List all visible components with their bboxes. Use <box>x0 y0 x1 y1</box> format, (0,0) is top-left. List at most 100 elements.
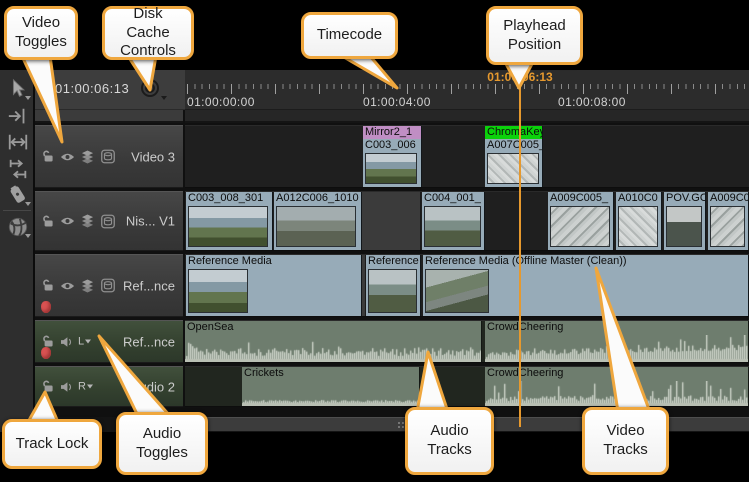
track-label[interactable]: Nis... V1 <box>126 214 175 229</box>
clip-a012c0061010[interactable]: A012C006_1010 <box>274 192 362 250</box>
clip-opensea[interactable]: OpenSea <box>185 321 482 362</box>
tracks-area: Video 3 Mirror2_1C003_006 ChromaKeyeA007C0… <box>35 110 749 417</box>
track-lane[interactable]: Crickets CrowdCheering <box>185 366 749 407</box>
empty-track-lane-strip <box>185 110 749 123</box>
layers-icon[interactable] <box>80 278 95 293</box>
track-lane[interactable]: Reference Media ReferenceReference Media … <box>185 254 749 317</box>
clip-thumbnail <box>368 269 417 313</box>
ruler-tick-label: 01:00:00:00 <box>187 95 255 109</box>
clip-thumbnail <box>188 269 248 313</box>
chevron-down-icon <box>85 340 91 344</box>
callout-timecode: Timecode <box>301 12 398 59</box>
track-header: R Audio 2 <box>35 366 183 407</box>
disk-cache-track-icon[interactable] <box>100 149 115 164</box>
chevron-down-icon <box>87 385 93 389</box>
clip-name: C003_006 <box>363 139 421 152</box>
callout-audio-tracks: Audio Tracks <box>405 407 494 475</box>
audio-channel-toggle[interactable]: R <box>78 381 93 393</box>
clip-a009c005[interactable]: A009C005_ <box>548 192 614 250</box>
audio-waveform <box>242 381 420 406</box>
track-row-refnce: Ref...nce Reference Media ReferenceReferen… <box>35 254 749 317</box>
clip-effect-name: ChromaKeye <box>485 126 542 139</box>
track-lock-icon[interactable] <box>40 278 55 293</box>
layers-icon[interactable] <box>80 214 95 229</box>
extend-tool-icon[interactable] <box>4 104 31 129</box>
video-monitor-eye-icon[interactable] <box>60 149 75 164</box>
trim-tool-icon[interactable] <box>4 130 31 155</box>
callout-audio-toggles: Audio Toggles <box>116 412 208 475</box>
screenshot-stage: 01:00:06:13 01:00:06:13 01:00:00:0001:00… <box>0 0 749 482</box>
clip-name: C003_008_301 <box>186 192 272 205</box>
selection-tool-icon[interactable] <box>4 76 31 101</box>
video-monitor-eye-icon[interactable] <box>60 278 75 293</box>
disk-cache-track-icon[interactable] <box>100 278 115 293</box>
track-label[interactable]: Audio 2 <box>131 379 175 394</box>
track-lane[interactable]: C003_008_301A012C006_1010 C004_001_ A009C0… <box>185 191 749 251</box>
clip-thumbnail <box>666 206 702 247</box>
clip-c004001[interactable]: C004_001_ <box>422 192 485 250</box>
clip-a007c005[interactable]: ChromaKeyeA007C005_ <box>485 126 543 187</box>
playhead[interactable] <box>519 82 521 427</box>
track-row-audio2: R Audio 2 Crickets CrowdCheering <box>35 366 749 407</box>
razor-tool-icon[interactable] <box>4 182 31 207</box>
master-timecode[interactable]: 01:00:06:13 <box>55 81 129 96</box>
video-monitor-eye-icon[interactable] <box>60 214 75 229</box>
track-toggles <box>40 278 115 293</box>
callout-video-tracks: Video Tracks <box>582 407 669 475</box>
clip-thumbnail <box>487 153 539 184</box>
speaker-icon[interactable] <box>59 334 74 349</box>
clip-referencemedia[interactable]: Reference Media <box>186 255 362 316</box>
tool-palette <box>0 70 35 432</box>
clip-name: A010C0 <box>616 192 661 205</box>
track-label[interactable]: Video 3 <box>131 149 175 164</box>
clip-thumbnail <box>365 153 417 184</box>
speaker-icon[interactable] <box>59 379 74 394</box>
clip-name: Reference Media (Offline Master (Clean)) <box>423 255 748 268</box>
disk-cache-icon[interactable] <box>140 78 162 100</box>
master-timecode-box: 01:00:06:13 <box>35 70 185 110</box>
clip-crickets[interactable]: Crickets <box>242 367 420 406</box>
slip-slide-tool-icon[interactable] <box>4 156 31 181</box>
clip-reference[interactable]: Reference <box>366 255 421 316</box>
clip-name: A009C005_ <box>548 192 613 205</box>
offline-media-badge-icon <box>41 301 51 313</box>
track-lane[interactable]: OpenSea CrowdCheering <box>185 320 749 363</box>
timeline-header-bar: 01:00:06:13 01:00:06:13 01:00:00:0001:00… <box>35 70 749 110</box>
callout-playhead-position: Playhead Position <box>486 6 583 65</box>
toolbar-divider <box>3 210 31 211</box>
clip-name: Reference <box>366 255 420 268</box>
track-lane[interactable]: Mirror2_1C003_006 ChromaKeyeA007C005_ <box>185 125 749 188</box>
globe-tool-icon[interactable] <box>4 214 31 239</box>
track-row-nisv1: Nis... V1 C003_008_301A012C006_1010 C004_0… <box>35 191 749 251</box>
clip-a010c0[interactable]: A010C0 <box>616 192 662 250</box>
clip-c003008301[interactable]: C003_008_301 <box>186 192 273 250</box>
layers-icon[interactable] <box>80 149 95 164</box>
filler-clip <box>362 192 421 250</box>
offline-media-badge-icon <box>41 347 51 359</box>
callout-video-toggles: Video Toggles <box>4 6 78 60</box>
timeline-ruler[interactable]: 01:00:06:13 01:00:00:0001:00:04:0001:00:… <box>185 70 749 110</box>
timeline-window: 01:00:06:13 01:00:06:13 01:00:00:0001:00… <box>0 70 749 432</box>
track-lock-icon[interactable] <box>40 379 55 394</box>
callout-track-lock: Track Lock <box>2 419 102 469</box>
clip-thumbnail <box>424 206 481 247</box>
clip-thumbnail <box>550 206 610 247</box>
clip-crowdcheering[interactable]: CrowdCheering <box>485 367 749 406</box>
clip-crowdcheering[interactable]: CrowdCheering <box>485 321 749 362</box>
clip-effect-name: Mirror2_1 <box>363 126 421 139</box>
clip-thumbnail <box>276 206 356 247</box>
clip-a009c0[interactable]: A009C0 <box>708 192 749 250</box>
track-label[interactable]: Ref...nce <box>123 278 175 293</box>
ruler-tick-label: 01:00:08:00 <box>558 95 626 109</box>
track-header: L Ref...nce <box>35 320 183 363</box>
disk-cache-track-icon[interactable] <box>100 214 115 229</box>
track-label[interactable]: Ref...nce <box>123 334 175 349</box>
clip-povgo[interactable]: POV.GO <box>664 192 706 250</box>
audio-channel-toggle[interactable]: L <box>78 336 91 348</box>
clip-c003006[interactable]: Mirror2_1C003_006 <box>363 126 422 187</box>
track-lock-icon[interactable] <box>40 214 55 229</box>
clip-name: OpenSea <box>185 321 481 334</box>
clip-referencemediaofflinemasterclean[interactable]: Reference Media (Offline Master (Clean)) <box>423 255 749 316</box>
audio-waveform <box>485 335 749 362</box>
track-lock-icon[interactable] <box>40 149 55 164</box>
